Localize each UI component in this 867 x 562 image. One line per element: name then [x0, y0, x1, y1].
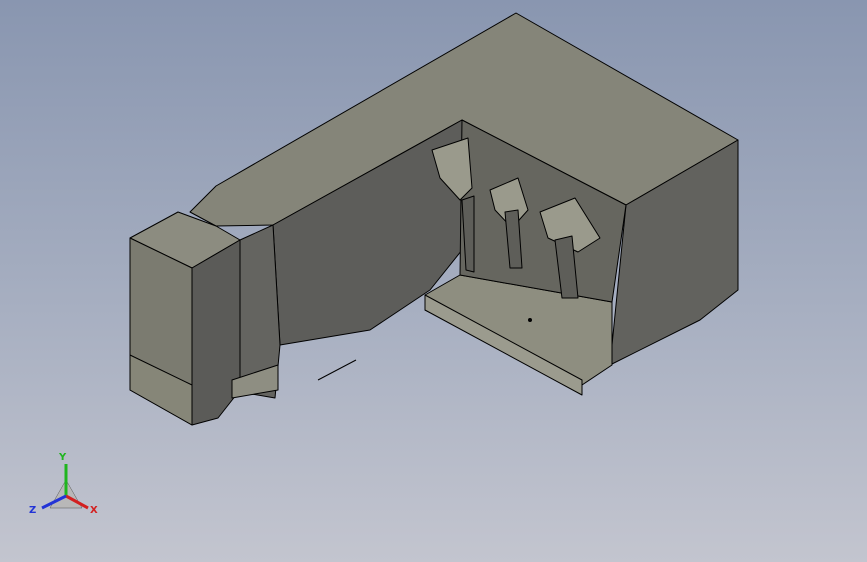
connector-model[interactable]	[0, 0, 867, 562]
triad-x-label: X	[90, 505, 98, 516]
axis-triad: Y X Z	[26, 450, 106, 522]
triad-y-label: Y	[59, 452, 67, 463]
graphics-viewport[interactable]: Y X Z	[0, 0, 867, 562]
triad-z-label: Z	[29, 505, 37, 516]
